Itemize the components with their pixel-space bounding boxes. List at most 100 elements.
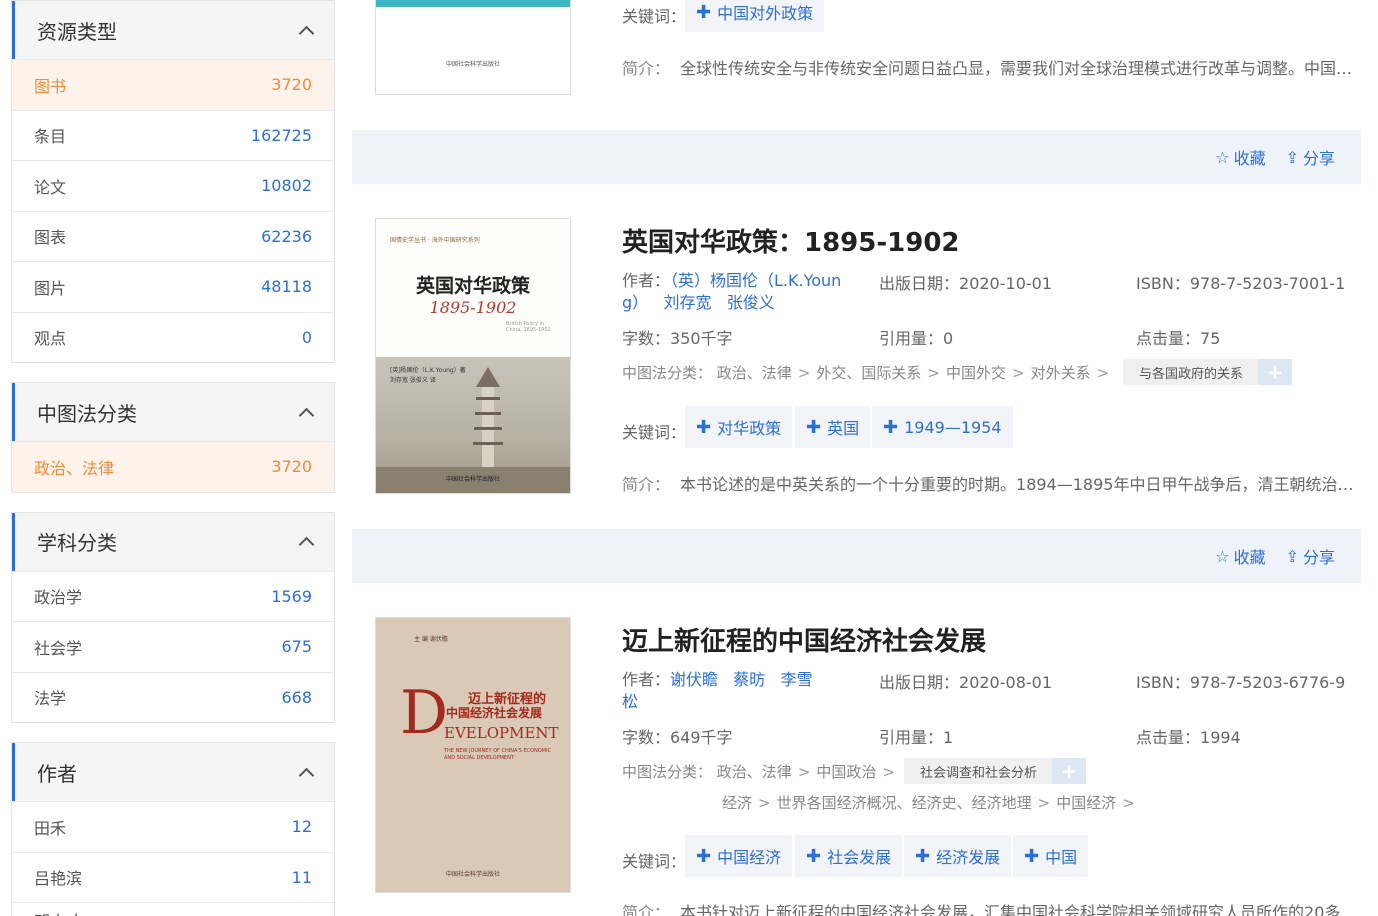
favorite-button[interactable]: ☆ 收藏 [1215,145,1265,169]
facet-item-author[interactable]: 吕艳滨 11 [12,851,334,903]
author-link[interactable]: 刘存宽 [663,293,711,312]
cover-publisher: 中国社会科学出版社 [445,871,500,878]
book-cover[interactable]: 主 编 谢伏瞻 迈上新征程的 中国经济社会发展 D EVELOPMENT THE… [375,617,571,893]
facet-header[interactable]: 资源类型 [12,1,334,59]
facet-item-count: 3720 [271,457,312,477]
facet-item-count: 162725 [250,125,312,145]
citations-label: 引用量： [879,728,944,747]
author-link[interactable]: 蔡昉 [733,670,765,689]
classification-item[interactable]: 外交、国际关系 [816,364,921,382]
pub-date: 出版日期：2020-08-01 [879,669,1052,693]
keyword-tag[interactable]: ✚ 中国经济 [685,835,793,877]
summary-text: 本书论述的是中英关系的一个十分重要的时期。1894—1895年中日甲午战争后，清… [680,475,1362,494]
cover-publisher: 中国社会科学出版社 [445,476,500,483]
cover-word: EVELOPMENT [444,724,559,742]
author-link[interactable]: （英）杨国伦（L.K.Youn [670,271,841,290]
share-icon: ⇪ [1285,546,1299,566]
facet-header[interactable]: 中图法分类 [12,383,334,441]
classification-item[interactable]: 世界各国经济概况、经济史、经济地理 [777,794,1032,812]
book-cover[interactable]: 国情史学丛书 · 海外中国研究系列 英国对华政策 1895-1902 Briti… [375,218,571,494]
facet-item-label: 邓大才 [34,908,82,916]
plus-icon: ✚ [696,1,712,23]
keywords-label: 关键词： [622,7,687,26]
facet-item-images[interactable]: 图片 48118 [12,261,334,312]
keyword-tag[interactable]: ✚ 1949—1954 [872,406,1013,448]
keyword-tag[interactable]: ✚ 英国 [795,406,871,448]
classification-item[interactable]: 政治、法律 [717,364,792,382]
facet-resource-type: 资源类型 图书 3720 条目 162725 论文 10802 图表 62236 图片 4… [11,0,335,363]
keyword-tag[interactable]: ✚ 中国对外政策 [685,0,825,32]
citation-count: 引用量：1 [879,724,953,748]
facet-item-author[interactable]: 邓大才10 [12,902,334,916]
plus-icon[interactable]: + [1052,758,1086,784]
share-button[interactable]: ⇪ 分享 [1286,145,1335,169]
cover-title: 英国对华政策 [415,275,530,297]
classification-tag[interactable]: 与各国政府的关系 [1123,359,1260,385]
summary-label: 简介： [622,59,671,78]
classification-label: 中图法分类： [622,763,713,781]
facet-item-books[interactable]: 图书 3720 [12,59,334,110]
favorite-label: 收藏 [1233,149,1266,168]
isbn-label: ISBN： [1136,274,1190,293]
author-link[interactable]: 张俊义 [727,293,775,312]
classification-path: 经济 > 世界各国经济概况、经济史、经济地理 > 中国经济 > [722,792,1141,813]
facet-title: 学科分类 [37,531,117,555]
pub-date-value: 2020-10-01 [959,274,1052,293]
keyword-tag[interactable]: ✚ 经济发展 [904,835,1012,877]
facet-item-label: 政治学 [34,588,83,608]
clicks-value: 75 [1200,329,1221,348]
share-button[interactable]: ⇪ 分享 [1286,544,1335,568]
facet-item-political-science[interactable]: 政治学 1569 [12,570,334,622]
plus-icon: ✚ [883,416,899,438]
keyword-tag[interactable]: ✚ 中国 [1013,835,1089,877]
facet-item-label: 图表 [34,228,67,248]
keyword-tag[interactable]: ✚ 社会发展 [795,835,903,877]
facet-header[interactable]: 作者 [12,743,334,801]
facet-item-sociology[interactable]: 社会学 675 [12,621,334,672]
classification-item[interactable]: 对外关系 [1031,364,1091,382]
click-count: 点击量：1994 [1136,724,1241,748]
book-cover[interactable]: 中国社会科学出版社 [375,0,571,95]
classification-item[interactable]: 政治、法律 [717,763,792,781]
book-summary: 简介： 本书针对迈上新征程的中国经济社会发展，汇集中国社会科学院相关领域研究人员所… [622,899,1362,916]
classification-path: 中图法分类： 政治、法律 > 外交、国际关系 > 中国外交 > 对外关系 > [622,362,1115,383]
facet-item-views[interactable]: 观点 0 [12,311,334,363]
book-title[interactable]: 英国对华政策：1895-1902 [622,222,960,259]
facet-item-label: 社会学 [34,638,83,658]
words-value: 649千字 [670,728,733,747]
facet-item-label: 法学 [34,689,67,709]
author-link[interactable]: g） [622,293,648,312]
chevron-up-icon[interactable] [298,536,315,553]
classification-item[interactable]: 中国经济 [1056,794,1116,812]
keyword-tag[interactable]: ✚ 对华政策 [685,406,793,448]
classification-item[interactable]: 中国政治 [816,763,876,781]
facet-title: 中图法分类 [37,401,137,426]
classification-tag[interactable]: 社会调查和社会分析 [904,758,1054,784]
author-link[interactable]: 李雪 [781,670,813,689]
facet-item-charts[interactable]: 图表 62236 [12,210,334,262]
facet-header[interactable]: 学科分类 [12,512,334,571]
separator: > [1096,364,1110,382]
facet-item-politics-law[interactable]: 政治、法律 3720 [12,441,334,492]
book-title[interactable]: 迈上新征程的中国经济社会发展 [622,621,986,658]
chevron-up-icon[interactable] [298,407,315,423]
chevron-up-icon[interactable] [298,25,315,41]
classification-item[interactable]: 经济 [722,794,752,812]
facet-item-papers[interactable]: 论文 10802 [12,160,334,211]
classification-item[interactable]: 中国外交 [946,364,1006,382]
facet-author: 作者 田禾 12 吕艳滨 11 邓大才10 [11,742,335,916]
author-link[interactable]: 谢伏瞻 [670,670,718,689]
facet-item-author[interactable]: 田禾 12 [12,801,334,852]
plus-icon[interactable]: + [1258,359,1292,385]
favorite-button[interactable]: ☆ 收藏 [1215,544,1265,568]
author-link[interactable]: 松 [622,692,638,711]
facet-item-law[interactable]: 法学 668 [12,671,334,723]
classification-path: 中图法分类： 政治、法律 > 中国政治 > [622,761,901,782]
facet-item-entries[interactable]: 条目 162725 [12,109,334,161]
keyword-text: 对华政策 [717,419,782,438]
cover-title: 中国经济社会发展 [446,706,543,720]
isbn-label: ISBN： [1136,673,1190,692]
isbn: ISBN：978-7-5203-6776-9 [1136,669,1345,693]
keyword-text: 中国对外政策 [717,4,814,23]
chevron-up-icon[interactable] [298,767,315,783]
